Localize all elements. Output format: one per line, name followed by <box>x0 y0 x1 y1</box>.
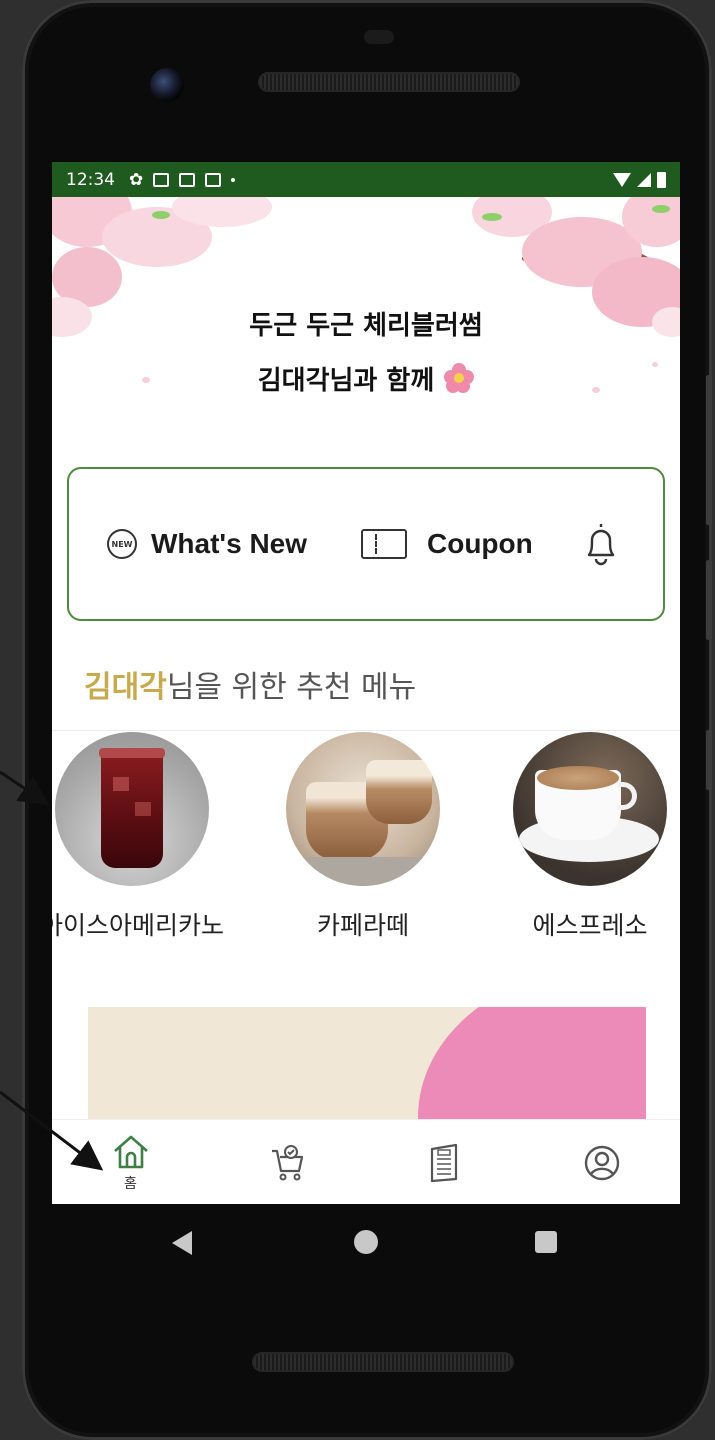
app-screen: 12:34 ✿ 두근 두근 체리블러썸 김대각님과 함께 NEW What's … <box>52 162 680 1204</box>
wifi-icon <box>613 172 631 187</box>
ticket-icon <box>361 529 407 559</box>
power-button <box>706 560 712 640</box>
mail-icon <box>179 172 196 187</box>
espresso-image <box>513 732 667 886</box>
nav-home-label: 홈 <box>124 1175 137 1192</box>
back-icon[interactable] <box>172 1231 192 1255</box>
notification-icons: ✿ <box>129 169 236 190</box>
profile-icon <box>584 1145 619 1180</box>
menu-item-espresso[interactable]: 에스프레소 <box>495 732 680 942</box>
home-button-icon[interactable] <box>354 1230 378 1254</box>
status-bar: 12:34 ✿ <box>52 162 680 197</box>
menu-book-icon <box>430 1143 457 1182</box>
recent-apps-icon[interactable] <box>535 1231 557 1253</box>
cherry-blossom-icon <box>444 363 475 393</box>
menu-item-iced-americano[interactable]: 아이스아메리카노 <box>52 732 227 942</box>
dot-icon <box>231 177 236 182</box>
proximity-sensor <box>364 30 394 44</box>
settings-icon: ✿ <box>129 169 144 190</box>
notification-button[interactable] <box>581 469 621 619</box>
app-a-icon <box>205 172 222 187</box>
iced-americano-image <box>55 732 209 886</box>
bottom-speaker <box>252 1352 514 1372</box>
front-camera <box>150 68 184 102</box>
leaf <box>482 213 502 221</box>
leaf <box>652 205 670 213</box>
whats-new-button[interactable]: NEW What's New <box>107 469 307 619</box>
promo-banner[interactable] <box>88 1007 646 1119</box>
battery-icon <box>657 171 666 188</box>
nav-menu[interactable] <box>366 1120 523 1204</box>
home-icon <box>113 1135 148 1168</box>
hero-title: 두근 두근 체리블러썸 <box>249 311 483 341</box>
side-key <box>706 730 712 790</box>
recommend-suffix: 님을 위한 추천 메뉴 <box>166 670 417 705</box>
cart-icon <box>271 1144 303 1180</box>
nav-home[interactable]: 홈 <box>52 1120 209 1204</box>
system-navigation-bar <box>52 1204 680 1284</box>
coupon-button[interactable]: Coupon <box>361 469 533 619</box>
cake-icon <box>153 172 170 187</box>
new-badge-icon: NEW <box>107 529 137 559</box>
signal-icon <box>637 172 651 187</box>
hero-subtitle-text: 김대각님과 함께 <box>257 366 435 396</box>
status-time: 12:34 <box>66 169 115 190</box>
user-name: 김대각 <box>84 670 167 705</box>
leaf <box>152 211 170 219</box>
earpiece-speaker <box>258 72 520 92</box>
system-status-icons <box>613 171 666 188</box>
hero-subtitle: 김대각님과 함께 <box>52 360 680 397</box>
cafe-latte-image <box>286 732 440 886</box>
cherry-blossom-banner: 두근 두근 체리블러썸 김대각님과 함께 <box>52 197 680 447</box>
recommend-title: 김대각님을 위한 추천 메뉴 <box>84 662 416 706</box>
menu-item-cafe-latte[interactable]: 카페라떼 <box>268 732 458 942</box>
bottom-nav: 홈 <box>52 1119 680 1204</box>
menu-label: 에스프레소 <box>532 911 648 940</box>
bell-icon <box>587 524 615 566</box>
menu-label: 카페라떼 <box>316 911 409 940</box>
nav-order[interactable] <box>209 1120 366 1204</box>
quick-actions-box: NEW What's New Coupon <box>67 467 665 621</box>
nav-profile[interactable] <box>523 1120 680 1204</box>
coupon-label: Coupon <box>427 528 533 559</box>
section-divider <box>52 730 680 731</box>
promo-banner-shape <box>418 1007 646 1119</box>
whats-new-label: What's New <box>151 528 308 559</box>
menu-label: 아이스아메리카노 <box>52 911 224 940</box>
volume-button <box>706 375 712 525</box>
